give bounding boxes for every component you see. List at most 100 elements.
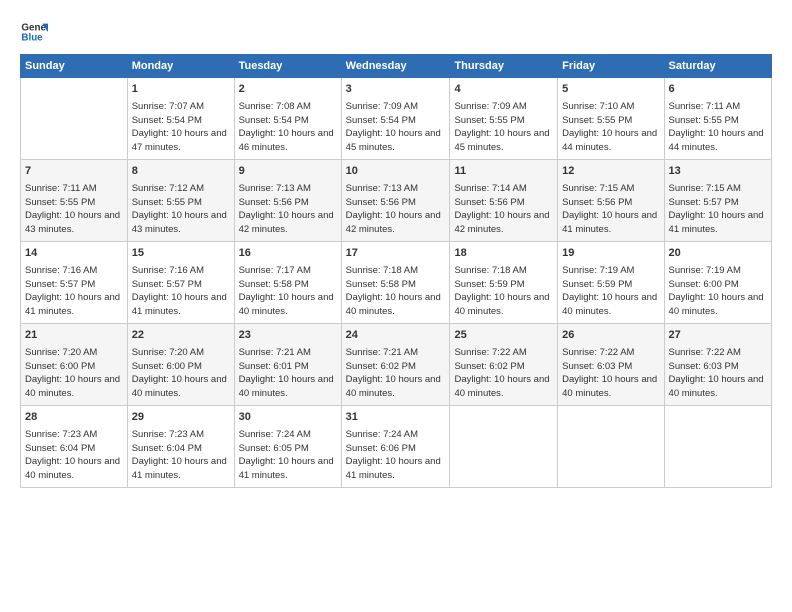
sunrise-text: Sunrise: 7:23 AM bbox=[25, 429, 97, 440]
calendar-cell bbox=[21, 78, 128, 160]
sunset-text: Sunset: 6:00 PM bbox=[669, 279, 739, 290]
daylight-text: Daylight: 10 hours and 40 minutes. bbox=[669, 374, 764, 399]
day-number: 28 bbox=[25, 410, 123, 426]
sunrise-text: Sunrise: 7:11 AM bbox=[25, 183, 97, 194]
calendar-cell: 21Sunrise: 7:20 AMSunset: 6:00 PMDayligh… bbox=[21, 324, 128, 406]
day-number: 3 bbox=[346, 82, 446, 98]
calendar-cell: 11Sunrise: 7:14 AMSunset: 5:56 PMDayligh… bbox=[450, 160, 558, 242]
day-number: 18 bbox=[454, 246, 553, 262]
sunset-text: Sunset: 5:59 PM bbox=[562, 279, 632, 290]
weekday-header-sunday: Sunday bbox=[21, 55, 128, 78]
sunset-text: Sunset: 6:05 PM bbox=[239, 443, 309, 454]
calendar-cell: 12Sunrise: 7:15 AMSunset: 5:56 PMDayligh… bbox=[558, 160, 664, 242]
header: General Blue bbox=[20, 18, 772, 46]
day-number: 20 bbox=[669, 246, 767, 262]
sunrise-text: Sunrise: 7:09 AM bbox=[454, 101, 526, 112]
day-number: 30 bbox=[239, 410, 337, 426]
calendar-cell bbox=[558, 406, 664, 488]
sunset-text: Sunset: 6:03 PM bbox=[669, 361, 739, 372]
day-number: 10 bbox=[346, 164, 446, 180]
daylight-text: Daylight: 10 hours and 47 minutes. bbox=[132, 128, 227, 153]
sunset-text: Sunset: 5:58 PM bbox=[239, 279, 309, 290]
daylight-text: Daylight: 10 hours and 40 minutes. bbox=[346, 374, 441, 399]
day-number: 7 bbox=[25, 164, 123, 180]
sunrise-text: Sunrise: 7:12 AM bbox=[132, 183, 204, 194]
day-number: 14 bbox=[25, 246, 123, 262]
calendar-cell: 19Sunrise: 7:19 AMSunset: 5:59 PMDayligh… bbox=[558, 242, 664, 324]
sunrise-text: Sunrise: 7:11 AM bbox=[669, 101, 741, 112]
sunset-text: Sunset: 5:57 PM bbox=[132, 279, 202, 290]
daylight-text: Daylight: 10 hours and 42 minutes. bbox=[454, 210, 549, 235]
calendar-cell: 6Sunrise: 7:11 AMSunset: 5:55 PMDaylight… bbox=[664, 78, 771, 160]
daylight-text: Daylight: 10 hours and 41 minutes. bbox=[562, 210, 657, 235]
day-number: 5 bbox=[562, 82, 659, 98]
calendar-cell: 29Sunrise: 7:23 AMSunset: 6:04 PMDayligh… bbox=[127, 406, 234, 488]
daylight-text: Daylight: 10 hours and 41 minutes. bbox=[346, 456, 441, 481]
weekday-header-thursday: Thursday bbox=[450, 55, 558, 78]
calendar-cell: 26Sunrise: 7:22 AMSunset: 6:03 PMDayligh… bbox=[558, 324, 664, 406]
week-row-2: 14 Sunrise: 7:16 AM Sunset: 5:57 PM Dayligh… bbox=[21, 242, 772, 324]
sunset-text: Sunset: 5:56 PM bbox=[346, 197, 416, 208]
day-number: 1 bbox=[132, 82, 230, 98]
daylight-text: Daylight: 10 hours and 40 minutes. bbox=[562, 292, 657, 317]
weekday-header-tuesday: Tuesday bbox=[234, 55, 341, 78]
week-row-0: 1 Sunrise: 7:07 AM Sunset: 5:54 PM Daylight… bbox=[21, 78, 772, 160]
sunset-text: Sunset: 5:58 PM bbox=[346, 279, 416, 290]
calendar-cell: 25Sunrise: 7:22 AMSunset: 6:02 PMDayligh… bbox=[450, 324, 558, 406]
calendar-cell: 28Sunrise: 7:23 AMSunset: 6:04 PMDayligh… bbox=[21, 406, 128, 488]
logo: General Blue bbox=[20, 18, 48, 46]
day-number: 23 bbox=[239, 328, 337, 344]
day-number: 26 bbox=[562, 328, 659, 344]
sunrise-text: Sunrise: 7:15 AM bbox=[562, 183, 634, 194]
daylight-text: Daylight: 10 hours and 42 minutes. bbox=[239, 210, 334, 235]
sunset-text: Sunset: 5:54 PM bbox=[346, 115, 416, 126]
daylight-text: Daylight: 10 hours and 46 minutes. bbox=[239, 128, 334, 153]
sunrise-text: Sunrise: 7:24 AM bbox=[346, 429, 418, 440]
svg-text:Blue: Blue bbox=[21, 32, 43, 43]
week-row-1: 7 Sunrise: 7:11 AM Sunset: 5:55 PM Daylight… bbox=[21, 160, 772, 242]
sunset-text: Sunset: 6:04 PM bbox=[132, 443, 202, 454]
calendar-cell: 15Sunrise: 7:16 AMSunset: 5:57 PMDayligh… bbox=[127, 242, 234, 324]
daylight-text: Daylight: 10 hours and 42 minutes. bbox=[346, 210, 441, 235]
day-number: 11 bbox=[454, 164, 553, 180]
sunrise-text: Sunrise: 7:08 AM bbox=[239, 101, 311, 112]
sunset-text: Sunset: 6:03 PM bbox=[562, 361, 632, 372]
sunrise-text: Sunrise: 7:20 AM bbox=[132, 347, 204, 358]
weekday-header-wednesday: Wednesday bbox=[341, 55, 450, 78]
day-number: 25 bbox=[454, 328, 553, 344]
day-number: 27 bbox=[669, 328, 767, 344]
calendar-cell: 30Sunrise: 7:24 AMSunset: 6:05 PMDayligh… bbox=[234, 406, 341, 488]
sunrise-text: Sunrise: 7:14 AM bbox=[454, 183, 526, 194]
sunset-text: Sunset: 5:55 PM bbox=[669, 115, 739, 126]
sunrise-text: Sunrise: 7:22 AM bbox=[669, 347, 741, 358]
sunset-text: Sunset: 5:55 PM bbox=[132, 197, 202, 208]
calendar-cell: 5Sunrise: 7:10 AMSunset: 5:55 PMDaylight… bbox=[558, 78, 664, 160]
day-number: 8 bbox=[132, 164, 230, 180]
daylight-text: Daylight: 10 hours and 41 minutes. bbox=[132, 456, 227, 481]
sunrise-text: Sunrise: 7:24 AM bbox=[239, 429, 311, 440]
daylight-text: Daylight: 10 hours and 41 minutes. bbox=[25, 292, 120, 317]
sunset-text: Sunset: 6:06 PM bbox=[346, 443, 416, 454]
logo-icon: General Blue bbox=[20, 18, 48, 46]
sunset-text: Sunset: 5:56 PM bbox=[239, 197, 309, 208]
daylight-text: Daylight: 10 hours and 43 minutes. bbox=[25, 210, 120, 235]
calendar-cell: 24Sunrise: 7:21 AMSunset: 6:02 PMDayligh… bbox=[341, 324, 450, 406]
weekday-header-row: SundayMondayTuesdayWednesdayThursdayFrid… bbox=[21, 55, 772, 78]
daylight-text: Daylight: 10 hours and 43 minutes. bbox=[132, 210, 227, 235]
day-number: 2 bbox=[239, 82, 337, 98]
calendar-cell bbox=[664, 406, 771, 488]
calendar-cell: 17Sunrise: 7:18 AMSunset: 5:58 PMDayligh… bbox=[341, 242, 450, 324]
day-number: 9 bbox=[239, 164, 337, 180]
daylight-text: Daylight: 10 hours and 40 minutes. bbox=[239, 292, 334, 317]
sunset-text: Sunset: 5:57 PM bbox=[669, 197, 739, 208]
calendar-cell: 8 Sunrise: 7:12 AM Sunset: 5:55 PM Daylight… bbox=[127, 160, 234, 242]
calendar-cell: 14Sunrise: 7:16 AMSunset: 5:57 PMDayligh… bbox=[21, 242, 128, 324]
sunrise-text: Sunrise: 7:07 AM bbox=[132, 101, 204, 112]
weekday-header-friday: Friday bbox=[558, 55, 664, 78]
daylight-text: Daylight: 10 hours and 40 minutes. bbox=[239, 374, 334, 399]
calendar-cell: 22Sunrise: 7:20 AMSunset: 6:00 PMDayligh… bbox=[127, 324, 234, 406]
sunrise-text: Sunrise: 7:16 AM bbox=[25, 265, 97, 276]
daylight-text: Daylight: 10 hours and 40 minutes. bbox=[562, 374, 657, 399]
calendar-cell: 20Sunrise: 7:19 AMSunset: 6:00 PMDayligh… bbox=[664, 242, 771, 324]
daylight-text: Daylight: 10 hours and 40 minutes. bbox=[132, 374, 227, 399]
